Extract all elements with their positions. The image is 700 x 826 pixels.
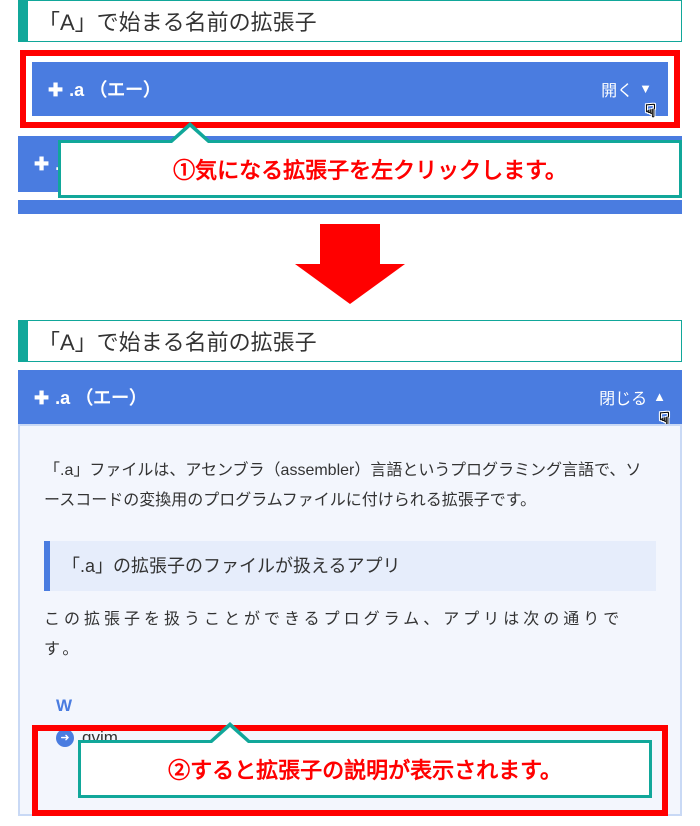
section-heading-bottom: 「A」で始まる名前の拡張子 xyxy=(18,320,682,362)
instruction-callout-2: ②すると拡張子の説明が表示されます。 xyxy=(78,740,652,798)
accordion-bar-a[interactable]: ✚.a （エー） 開く ☟ xyxy=(32,62,668,116)
extension-description: 「.a」ファイルは、アセンブラ（assembler）言語というプログラミング言語… xyxy=(44,456,656,517)
chevron-down-icon xyxy=(633,80,652,98)
plus-icon: ✚ xyxy=(34,154,49,174)
sub-text: この拡張子を扱うことができるプログラム、アプリは次の通りです。 xyxy=(44,605,656,666)
callout1-text: ①気になる拡張子を左クリックします。 xyxy=(173,153,567,185)
plus-icon: ✚ xyxy=(48,80,63,100)
arrow-right-icon: ➜ xyxy=(56,729,74,747)
chevron-up-icon xyxy=(647,388,666,406)
sub-heading-text: 「.a」の拡張子のファイルが扱えるアプリ xyxy=(62,556,400,576)
app-group-letter: W xyxy=(56,690,656,722)
sub-heading-apps: 「.a」の拡張子のファイルが扱えるアプリ xyxy=(44,541,656,591)
down-arrow-icon xyxy=(295,224,405,304)
accordion-action-close: 閉じる xyxy=(599,385,647,409)
plus-icon: ✚ xyxy=(34,388,49,408)
instruction-callout-1: ①気になる拡張子を左クリックします。 xyxy=(58,140,682,198)
accordion-action: 開く xyxy=(601,77,633,101)
red-highlight-box-top: ✚ .a （エー） 開く ☟ xyxy=(20,50,680,128)
section-heading-top: 「A」で始まる名前の拡張子 xyxy=(18,0,682,42)
accordion-label-expanded: .a （エー） xyxy=(55,388,147,408)
accordion-label: .a （エー） xyxy=(69,80,161,100)
cursor-hand-icon: ☟ xyxy=(645,101,656,122)
heading-text: 「A」で始まる名前の拡張子 xyxy=(38,10,317,35)
heading-text-bottom: 「A」で始まる名前の拡張子 xyxy=(38,330,317,355)
callout2-text: ②すると拡張子の説明が表示されます。 xyxy=(168,753,562,785)
accordion-bar-a-expanded[interactable]: ✚.a （エー） 閉じる ☟ xyxy=(18,370,682,424)
accordion-bar-third[interactable] xyxy=(18,200,682,214)
